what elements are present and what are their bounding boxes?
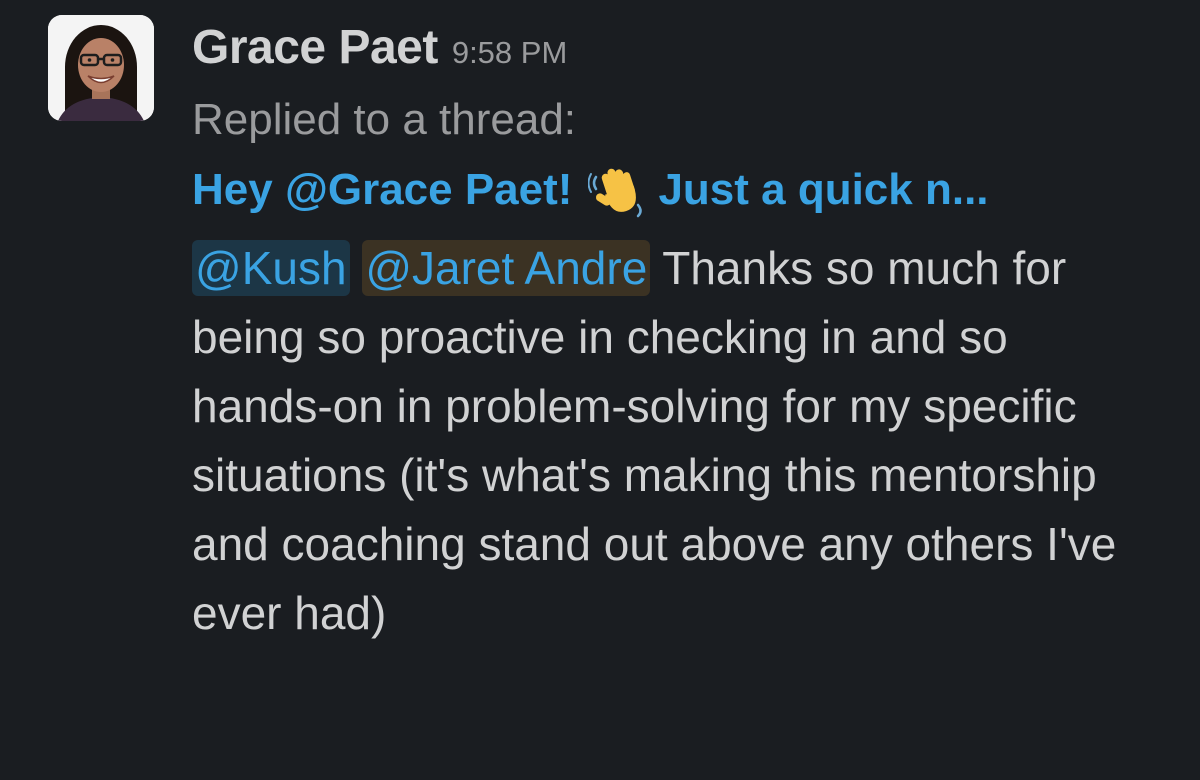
reply-label: Replied to a thread: <box>192 95 577 144</box>
message-header: Grace Paet 9:58 PM <box>192 20 1142 82</box>
message-body-text: Thanks so much for being so proactive in… <box>192 242 1117 639</box>
sender-name[interactable]: Grace Paet <box>192 20 438 75</box>
avatar[interactable] <box>48 15 154 121</box>
thread-preview-link[interactable]: Hey @Grace Paet! Just a quick n... <box>192 162 1142 218</box>
mention-jaret-andre[interactable]: @Jaret Andre <box>362 240 651 296</box>
thread-preview-text-start: Hey @Grace Paet! <box>192 165 573 214</box>
avatar-photo <box>48 15 154 121</box>
mention-kush[interactable]: @Kush <box>192 240 350 296</box>
message-content: Grace Paet 9:58 PM Replied to a thread: … <box>192 20 1142 648</box>
message-timestamp[interactable]: 9:58 PM <box>452 35 567 71</box>
message-item: Grace Paet 9:58 PM Replied to a thread: … <box>0 0 1200 780</box>
waving-hand-icon <box>588 161 646 219</box>
thread-preview-text-end: Just a quick n... <box>658 165 989 214</box>
message-body: @Kush @Jaret Andre Thanks so much for be… <box>192 234 1132 648</box>
